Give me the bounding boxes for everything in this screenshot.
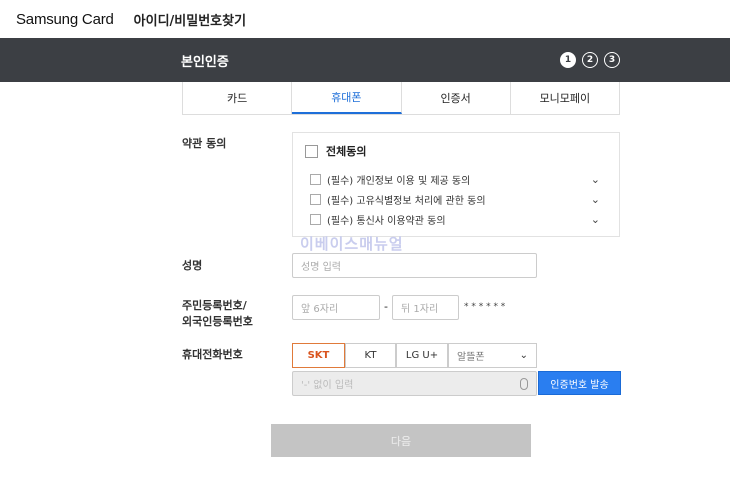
phone-placeholder: '-' 없이 입력 — [301, 380, 354, 391]
carrier-skt[interactable]: SKT — [292, 343, 345, 368]
step-indicator: 1 2 3 — [560, 52, 620, 68]
auth-tabs: 카드 휴대폰 인증서 모니모페이 — [182, 82, 620, 115]
watermark: 이베이스매뉴얼 — [300, 235, 404, 253]
rrn-dash: - — [384, 300, 388, 313]
checkbox-icon[interactable] — [310, 194, 321, 205]
checkbox-icon[interactable] — [305, 144, 318, 158]
chevron-down-icon[interactable]: ⌄ — [591, 173, 600, 186]
section-header: 본인인증 1 2 3 — [0, 38, 730, 82]
tab-card[interactable]: 카드 — [183, 82, 293, 114]
rrn-label-1: 주민등록번호/ — [182, 299, 247, 312]
chevron-down-icon[interactable]: ⌄ — [591, 193, 600, 206]
chevron-down-icon: ⌄ — [519, 350, 528, 361]
rrn-back-input[interactable]: 뒤 1자리 — [392, 295, 459, 320]
brand-logo[interactable]: Samsung Card — [16, 11, 114, 28]
term-label: (필수) 고유식별정보 처리에 관한 동의 — [327, 196, 486, 207]
mvno-select[interactable]: 알뜰폰 ⌄ — [448, 343, 537, 368]
name-input[interactable]: 성명 입력 — [292, 253, 537, 278]
agree-all-label: 전체동의 — [326, 145, 367, 158]
phone-label: 휴대전화번호 — [182, 348, 243, 361]
step-1: 1 — [560, 52, 576, 68]
term-item[interactable]: (필수) 개인정보 이용 및 제공 동의 ⌄ — [310, 172, 610, 187]
name-label: 성명 — [182, 259, 203, 272]
tab-certificate[interactable]: 인증서 — [402, 82, 511, 114]
agree-all-checkbox[interactable]: 전체동의 — [305, 143, 366, 159]
terms-label: 약관 동의 — [182, 137, 227, 150]
info-icon — [520, 377, 528, 390]
page-title: 아이디/비밀번호찾기 — [133, 13, 247, 29]
rrn-front-input[interactable]: 앞 6자리 — [292, 295, 380, 320]
top-bar: Samsung Card 아이디/비밀번호찾기 — [0, 0, 730, 38]
term-item[interactable]: (필수) 통신사 이용약관 동의 ⌄ — [310, 212, 610, 227]
send-code-button[interactable]: 인증번호 발송 — [538, 371, 621, 395]
mvno-label: 알뜰폰 — [457, 352, 485, 363]
terms-box: 전체동의 (필수) 개인정보 이용 및 제공 동의 ⌄ (필수) 고유식별정보 처… — [292, 132, 620, 237]
tab-monimo-pay[interactable]: 모니모페이 — [511, 82, 619, 114]
rrn-mask: * * * * * * — [464, 302, 506, 312]
carrier-kt[interactable]: KT — [345, 343, 396, 368]
tab-phone[interactable]: 휴대폰 — [292, 82, 402, 114]
chevron-down-icon[interactable]: ⌄ — [591, 213, 600, 226]
checkbox-icon[interactable] — [310, 174, 321, 185]
step-3: 3 — [604, 52, 620, 68]
step-2: 2 — [582, 52, 598, 68]
next-button[interactable]: 다음 — [271, 424, 531, 457]
term-item[interactable]: (필수) 고유식별정보 처리에 관한 동의 ⌄ — [310, 192, 610, 207]
term-label: (필수) 통신사 이용약관 동의 — [327, 216, 446, 227]
term-label: (필수) 개인정보 이용 및 제공 동의 — [327, 176, 471, 187]
checkbox-icon[interactable] — [310, 214, 321, 225]
carrier-lgu[interactable]: LG U+ — [396, 343, 448, 368]
section-title: 본인인증 — [181, 55, 229, 70]
rrn-label-2: 외국인등록번호 — [182, 315, 253, 328]
phone-number-input[interactable]: '-' 없이 입력 — [292, 371, 537, 396]
